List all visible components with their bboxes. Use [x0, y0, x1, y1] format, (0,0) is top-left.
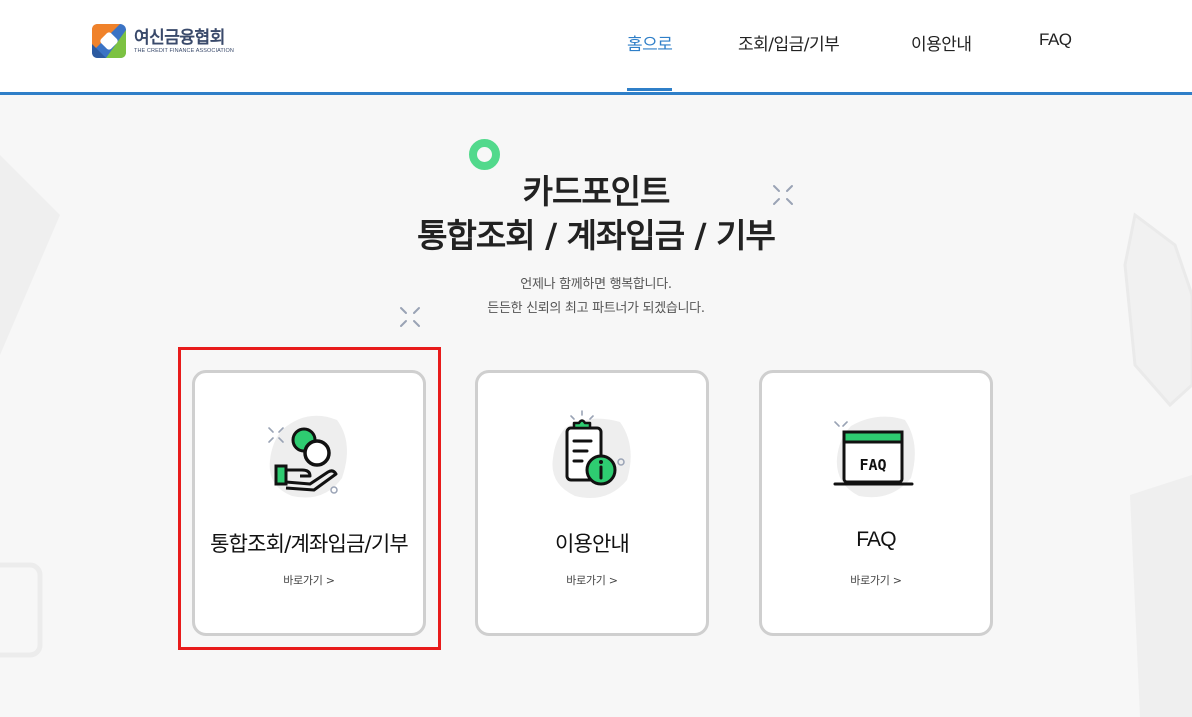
- clipboard-info-icon: [552, 410, 631, 498]
- logo-english-text: THE CREDIT FINANCE ASSOCIATION: [134, 47, 234, 54]
- nav-inquiry-deposit-donation[interactable]: 조회/입금/기부: [738, 30, 840, 55]
- go-link[interactable]: 바로가기 >: [195, 572, 423, 588]
- card-title: 통합조회/계좌입금/기부: [210, 532, 409, 556]
- title-line-2: 통합조회 / 계좌입금 / 기부: [417, 216, 776, 255]
- coin-hand-icon: [268, 415, 347, 498]
- logo-mark-icon: [92, 24, 126, 58]
- decorative-ring: [469, 139, 500, 170]
- go-link[interactable]: 바로가기 >: [762, 572, 990, 588]
- faq-window-icon: FAQ: [833, 416, 915, 498]
- card-faq[interactable]: FAQ FAQ 바로가기 >: [759, 370, 993, 636]
- subtitle-line-2: 든든한 신뢰의 최고 파트너가 되겠습니다.: [487, 301, 705, 316]
- site-header: 여신금융협회 THE CREDIT FINANCE ASSOCIATION 홈으…: [0, 0, 1192, 95]
- card-inquiry-deposit-donation[interactable]: 통합조회/계좌입금/기부 바로가기 >: [192, 370, 426, 636]
- logo-korean-text: 여신금융협회: [134, 27, 225, 48]
- card-title: 이용안내: [554, 532, 630, 556]
- logo[interactable]: 여신금융협회 THE CREDIT FINANCE ASSOCIATION: [92, 23, 234, 59]
- go-link[interactable]: 바로가기 >: [478, 572, 706, 588]
- faq-icon-text: FAQ: [859, 456, 886, 474]
- nav-home[interactable]: 홈으로: [627, 30, 673, 91]
- hero-subtitle: 언제나 함께하면 행복합니다. 든든한 신뢰의 최고 파트너가 되겠습니다.: [0, 273, 1192, 321]
- page-title: 카드포인트 통합조회 / 계좌입금 / 기부: [0, 170, 1192, 258]
- subtitle-line-1: 언제나 함께하면 행복합니다.: [520, 277, 672, 292]
- nav-guide[interactable]: 이용안내: [911, 30, 972, 55]
- card-guide[interactable]: 이용안내 바로가기 >: [475, 370, 709, 636]
- title-line-1: 카드포인트: [522, 172, 671, 211]
- card-title: FAQ: [856, 528, 896, 551]
- nav-faq[interactable]: FAQ: [1039, 30, 1072, 50]
